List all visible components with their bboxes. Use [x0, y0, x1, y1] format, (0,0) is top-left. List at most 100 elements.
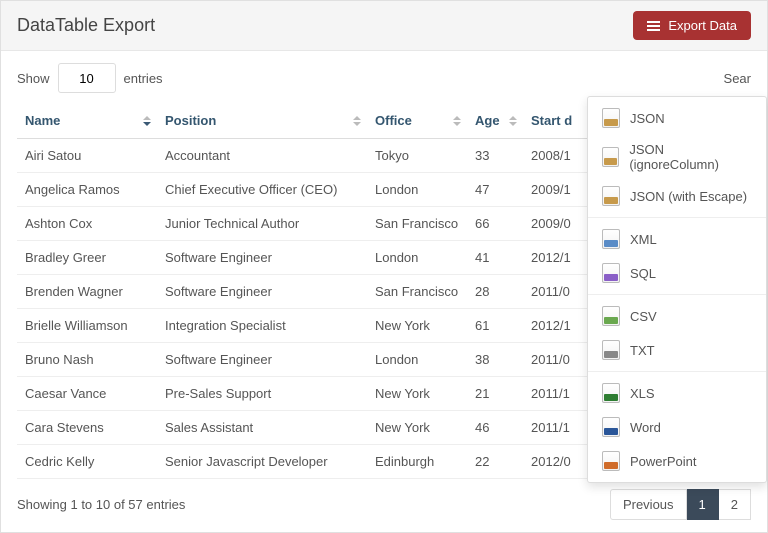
cell-position: Junior Technical Author: [157, 207, 367, 241]
cell-position: Accountant: [157, 139, 367, 173]
sort-icon: [143, 116, 151, 126]
cell-office: London: [367, 241, 467, 275]
cell-position: Software Engineer: [157, 241, 367, 275]
export-option-label: TXT: [630, 343, 655, 358]
entries-label: entries: [124, 71, 163, 86]
col-header-name[interactable]: Name: [17, 103, 157, 139]
json-file-icon: [602, 108, 620, 128]
cell-office: New York: [367, 377, 467, 411]
cell-name: Cedric Kelly: [17, 445, 157, 479]
cell-office: London: [367, 173, 467, 207]
export-option-sql[interactable]: SQL: [588, 256, 766, 290]
export-option-txt[interactable]: TXT: [588, 333, 766, 367]
export-data-button[interactable]: Export Data: [633, 11, 751, 40]
page-2-button[interactable]: 2: [719, 489, 751, 520]
json-ignore-file-icon: [602, 147, 619, 167]
sort-icon: [453, 116, 461, 126]
export-option-label: CSV: [630, 309, 657, 324]
cell-age: 38: [467, 343, 523, 377]
export-option-word[interactable]: Word: [588, 410, 766, 444]
export-option-label: SQL: [630, 266, 656, 281]
cell-age: 46: [467, 411, 523, 445]
cell-age: 41: [467, 241, 523, 275]
xml-file-icon: [602, 229, 620, 249]
panel-body: JSON JSON (ignoreColumn) JSON (with Escape…: [1, 51, 767, 532]
cell-position: Software Engineer: [157, 343, 367, 377]
cell-age: 33: [467, 139, 523, 173]
export-dropdown: JSON JSON (ignoreColumn) JSON (with Escape…: [587, 96, 767, 483]
cell-age: 28: [467, 275, 523, 309]
xls-file-icon: [602, 383, 620, 403]
sort-icon: [353, 116, 361, 126]
cell-name: Caesar Vance: [17, 377, 157, 411]
word-file-icon: [602, 417, 620, 437]
col-header-office[interactable]: Office: [367, 103, 467, 139]
pagination: Previous 1 2: [610, 489, 751, 520]
menu-icon: [647, 21, 660, 31]
search-label: Sear: [724, 71, 751, 86]
export-option-label: JSON: [630, 111, 665, 126]
export-option-xls[interactable]: XLS: [588, 376, 766, 410]
cell-age: 22: [467, 445, 523, 479]
cell-office: London: [367, 343, 467, 377]
cell-office: New York: [367, 309, 467, 343]
cell-age: 21: [467, 377, 523, 411]
cell-age: 66: [467, 207, 523, 241]
dropdown-separator: [588, 217, 766, 218]
export-option-csv[interactable]: CSV: [588, 299, 766, 333]
dropdown-separator: [588, 294, 766, 295]
table-controls: Show entries Sear: [17, 63, 751, 93]
dropdown-separator: [588, 371, 766, 372]
cell-name: Brenden Wagner: [17, 275, 157, 309]
txt-file-icon: [602, 340, 620, 360]
cell-position: Sales Assistant: [157, 411, 367, 445]
export-option-label: XLS: [630, 386, 655, 401]
sort-icon: [509, 116, 517, 126]
cell-position: Chief Executive Officer (CEO): [157, 173, 367, 207]
col-header-age[interactable]: Age: [467, 103, 523, 139]
export-option-label: XML: [630, 232, 657, 247]
csv-file-icon: [602, 306, 620, 326]
show-label: Show: [17, 71, 50, 86]
cell-name: Bruno Nash: [17, 343, 157, 377]
export-option-label: JSON (ignoreColumn): [629, 142, 752, 172]
datatable-panel: DataTable Export Export Data JSON JSON (i…: [0, 0, 768, 533]
export-option-xml[interactable]: XML: [588, 222, 766, 256]
cell-position: Software Engineer: [157, 275, 367, 309]
page-previous-button[interactable]: Previous: [610, 489, 687, 520]
cell-name: Angelica Ramos: [17, 173, 157, 207]
cell-name: Ashton Cox: [17, 207, 157, 241]
panel-title: DataTable Export: [17, 15, 155, 36]
entries-input[interactable]: [58, 63, 116, 93]
cell-age: 47: [467, 173, 523, 207]
export-option-label: Word: [630, 420, 661, 435]
cell-position: Integration Specialist: [157, 309, 367, 343]
cell-office: Tokyo: [367, 139, 467, 173]
cell-position: Senior Javascript Developer: [157, 445, 367, 479]
export-option-json[interactable]: JSON: [588, 101, 766, 135]
cell-name: Cara Stevens: [17, 411, 157, 445]
export-option-ppt[interactable]: PowerPoint: [588, 444, 766, 478]
cell-name: Airi Satou: [17, 139, 157, 173]
export-label: Export Data: [668, 18, 737, 33]
export-option-label: PowerPoint: [630, 454, 696, 469]
sql-file-icon: [602, 263, 620, 283]
ppt-file-icon: [602, 451, 620, 471]
page-1-button[interactable]: 1: [687, 489, 719, 520]
json-escape-file-icon: [602, 186, 620, 206]
cell-name: Bradley Greer: [17, 241, 157, 275]
cell-age: 61: [467, 309, 523, 343]
cell-office: San Francisco: [367, 207, 467, 241]
cell-name: Brielle Williamson: [17, 309, 157, 343]
panel-header: DataTable Export Export Data: [1, 1, 767, 51]
cell-position: Pre-Sales Support: [157, 377, 367, 411]
table-footer: Showing 1 to 10 of 57 entries Previous 1…: [17, 479, 751, 524]
cell-office: San Francisco: [367, 275, 467, 309]
col-header-position[interactable]: Position: [157, 103, 367, 139]
export-option-json-ignore[interactable]: JSON (ignoreColumn): [588, 135, 766, 179]
show-entries: Show entries: [17, 63, 163, 93]
export-option-label: JSON (with Escape): [630, 189, 747, 204]
export-option-json-escape[interactable]: JSON (with Escape): [588, 179, 766, 213]
cell-office: New York: [367, 411, 467, 445]
cell-office: Edinburgh: [367, 445, 467, 479]
